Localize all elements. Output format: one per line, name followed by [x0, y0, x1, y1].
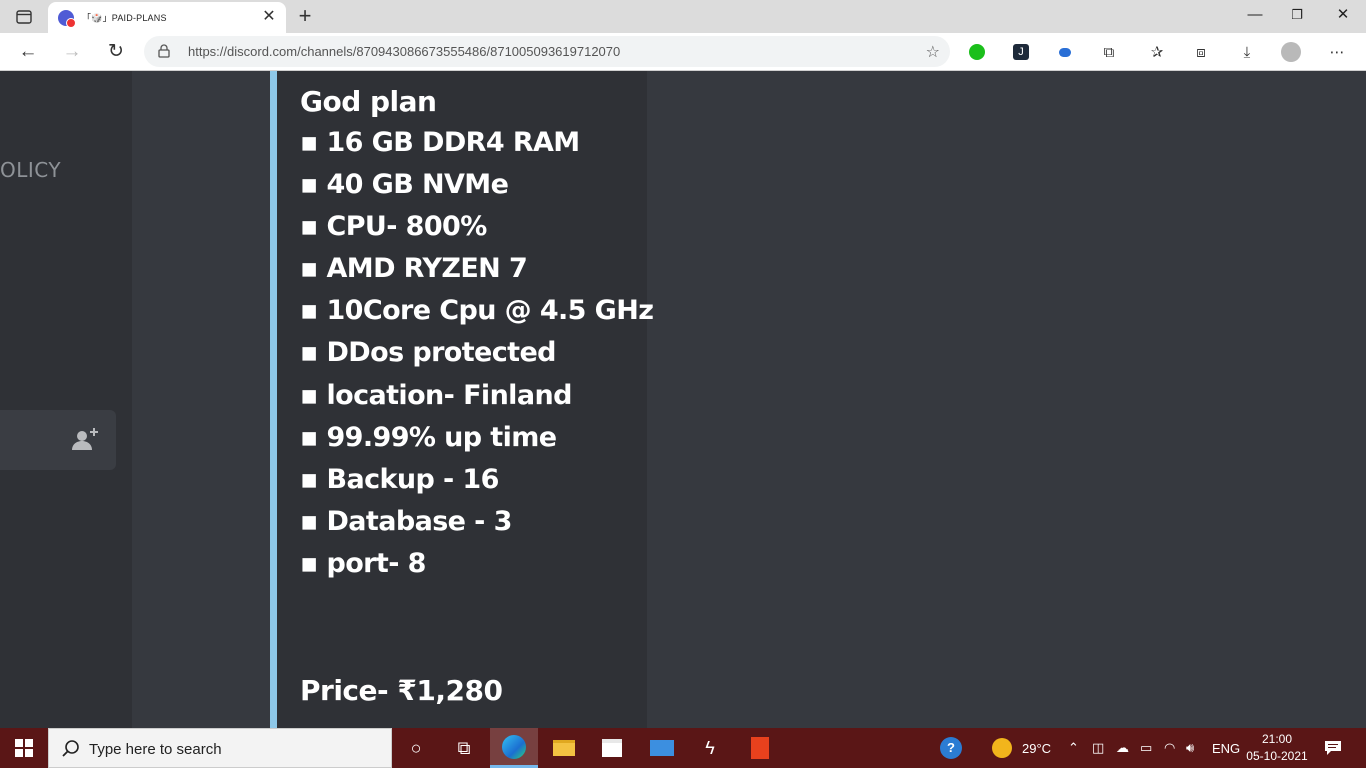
window-close-button[interactable]: ✕	[1320, 0, 1366, 30]
spec-list: ▪ 16 GB DDR4 RAM ▪ 40 GB NVMe ▪ CPU- 800…	[300, 127, 654, 590]
battery-icon[interactable]: ▭	[1140, 728, 1152, 768]
maximize-button[interactable]: ❐	[1274, 0, 1320, 30]
profile-avatar-icon[interactable]	[1280, 41, 1302, 63]
meet-now-icon[interactable]: ◫	[1092, 728, 1104, 768]
spec-item: ▪ 16 GB DDR4 RAM	[300, 127, 580, 158]
edge-browser-icon[interactable]	[490, 728, 538, 768]
weather-temperature[interactable]: 29°C	[1022, 728, 1051, 768]
tab-actions-icon[interactable]	[10, 6, 38, 28]
windows-start-icon[interactable]	[0, 728, 48, 768]
cloud-sync-icon[interactable]: ☁	[1116, 728, 1129, 768]
back-arrow-icon[interactable]: ←	[13, 37, 43, 67]
spec-item: ▪ DDos protected	[300, 337, 557, 369]
spec-item: ▪ location- Finland	[300, 379, 572, 411]
add-favorite-icon[interactable]: ☆	[926, 42, 940, 62]
plan-price: Price- ₹1,280	[300, 674, 503, 707]
browser-tab-strip: 「🎲」PAID-PLANS ✕ + — ❐ ✕	[0, 0, 1366, 33]
tab-title: 「🎲」PAID-PLANS	[82, 13, 167, 23]
app-s-icon[interactable]: ϟ	[686, 728, 734, 768]
search-icon	[62, 740, 79, 757]
browser-tab-active[interactable]: 「🎲」PAID-PLANS ✕	[48, 2, 286, 33]
forward-arrow-icon[interactable]: →	[57, 37, 87, 67]
plan-title: God plan	[300, 85, 437, 118]
address-bar[interactable]: https://discord.com/channels/87094308667…	[144, 36, 950, 67]
wifi-icon[interactable]: ◠	[1164, 728, 1175, 768]
cortana-icon[interactable]: ○	[392, 728, 440, 768]
embed-accent-bar	[270, 71, 277, 728]
office-icon[interactable]	[736, 728, 784, 768]
spec-item: ▪ port- 8	[300, 547, 426, 579]
microsoft-store-icon[interactable]	[588, 728, 636, 768]
spec-item: ▪ AMD RYZEN 7	[300, 253, 528, 285]
spec-item: ▪ 40 GB NVMe	[300, 169, 509, 201]
weather-icon[interactable]	[992, 728, 1012, 768]
clock-date: 05-10-2021	[1246, 749, 1308, 763]
system-clock[interactable]: 21:00 05-10-2021	[1240, 731, 1314, 765]
spec-item: ▪ 99.99% up time	[300, 421, 557, 453]
lock-icon	[158, 44, 170, 58]
spec-item: ▪ Database - 3	[300, 505, 512, 537]
favorites-icon[interactable]: ✰	[1146, 41, 1168, 63]
help-icon[interactable]: ?	[940, 728, 962, 768]
channel-sidebar: OLICY	[0, 71, 132, 728]
file-explorer-icon[interactable]	[540, 728, 588, 768]
language-indicator[interactable]: ENG	[1212, 728, 1240, 768]
task-view-icon[interactable]: ⧉	[440, 728, 488, 768]
url-text: https://discord.com/channels/87094308667…	[188, 44, 621, 59]
add-user-icon[interactable]	[70, 426, 100, 454]
downloads-icon[interactable]: ⤓	[1236, 41, 1258, 63]
new-tab-button[interactable]: +	[292, 4, 318, 28]
notification-center-icon[interactable]	[1318, 734, 1348, 762]
spec-item: ▪ CPU- 800%	[300, 211, 487, 243]
channel-category-label[interactable]: OLICY	[0, 158, 61, 182]
volume-icon[interactable]: 🔊︎	[1186, 728, 1194, 768]
more-menu-icon[interactable]: ⋯	[1326, 41, 1348, 63]
mail-icon[interactable]	[638, 728, 686, 768]
invite-card[interactable]	[0, 410, 116, 470]
minimize-button[interactable]: —	[1232, 0, 1278, 30]
extensions-puzzle-icon[interactable]: ⧉	[1098, 41, 1120, 63]
search-placeholder: Type here to search	[89, 741, 222, 758]
discord-favicon-icon	[58, 9, 76, 28]
spec-item: ▪ Backup - 16	[300, 463, 499, 495]
clock-time: 21:00	[1261, 732, 1293, 746]
extension-j-icon[interactable]: J	[1010, 41, 1032, 63]
show-hidden-icons-icon[interactable]: ⌃	[1068, 728, 1079, 768]
tab-close-icon[interactable]: ✕	[260, 8, 278, 26]
extension-cloud-icon[interactable]	[1054, 41, 1076, 63]
spec-item: ▪ 10Core Cpu @ 4.5 GHz	[300, 295, 654, 327]
extension-green-icon[interactable]	[966, 41, 988, 63]
windows-taskbar: Type here to search ○ ⧉ ϟ ? 29°C ⌃ ◫ ☁ ▭…	[0, 728, 1366, 768]
refresh-icon[interactable]: ↻	[101, 37, 131, 67]
plan-message-embed: God plan ▪ 16 GB DDR4 RAM ▪ 40 GB NVMe ▪…	[270, 71, 654, 728]
taskbar-search-box[interactable]: Type here to search	[48, 728, 392, 768]
collections-icon[interactable]: ⧈	[1190, 41, 1212, 63]
browser-toolbar: ← → ↻ https://discord.com/channels/87094…	[0, 33, 1366, 71]
